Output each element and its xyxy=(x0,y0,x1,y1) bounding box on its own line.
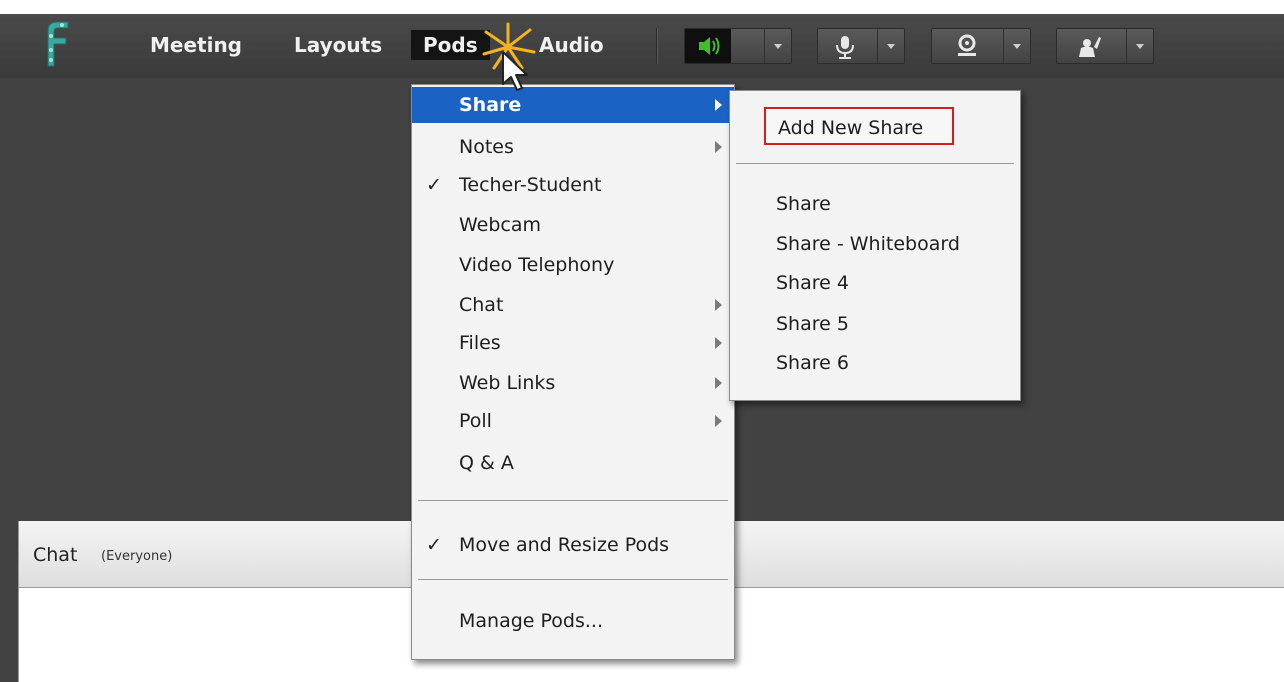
add-new-share-item[interactable]: Add New Share xyxy=(764,107,954,145)
raise-hand-button[interactable] xyxy=(1056,28,1154,64)
menu-item-label: Move and Resize Pods xyxy=(459,534,670,556)
menu-item-label: Video Telephony xyxy=(459,254,615,276)
toolbar-separator xyxy=(656,28,658,64)
pods-menu-item-poll[interactable]: Poll xyxy=(412,403,734,439)
speaker-icon xyxy=(685,29,731,63)
checkmark-icon: ✓ xyxy=(426,174,442,196)
top-toolbar: Meeting Layouts Pods Audio xyxy=(0,14,1284,79)
share-submenu-item-share[interactable]: Share xyxy=(776,193,831,215)
submenu-divider xyxy=(736,163,1014,164)
pods-menu-item-move-resize[interactable]: ✓ Move and Resize Pods xyxy=(412,527,734,563)
menu-item-label: Webcam xyxy=(459,214,542,236)
pods-menu-item-web-links[interactable]: Web Links xyxy=(412,365,734,401)
stage-left-edge xyxy=(0,521,18,682)
microphone-dropdown-arrow[interactable] xyxy=(877,29,904,63)
menu-item-label: Chat xyxy=(459,294,504,316)
menu-meeting[interactable]: Meeting xyxy=(138,30,254,60)
webcam-dropdown-arrow[interactable] xyxy=(1003,29,1030,63)
raise-hand-dropdown-arrow[interactable] xyxy=(1126,29,1153,63)
mouse-cursor-icon xyxy=(502,51,528,91)
share-submenu-item-share-4[interactable]: Share 4 xyxy=(776,272,849,294)
webcam-button[interactable] xyxy=(931,28,1031,64)
menu-divider xyxy=(418,579,728,580)
pods-menu-item-notes[interactable]: Notes xyxy=(412,129,734,165)
pods-menu-item-q-and-a[interactable]: Q & A xyxy=(412,445,734,481)
submenu-arrow-icon xyxy=(715,337,722,349)
pods-menu-item-webcam[interactable]: Webcam xyxy=(412,207,734,243)
share-submenu-item-share-6[interactable]: Share 6 xyxy=(776,352,849,374)
webcam-icon xyxy=(958,34,976,56)
pods-menu: Share Notes ✓ Techer-Student Webcam Vide… xyxy=(411,84,735,660)
menu-item-label: Techer-Student xyxy=(459,174,602,196)
submenu-arrow-icon xyxy=(715,99,722,111)
microphone-icon xyxy=(836,36,854,59)
menu-item-label: Q & A xyxy=(459,452,514,474)
checkmark-icon: ✓ xyxy=(426,534,442,556)
chat-pod-title: Chat xyxy=(33,544,78,566)
share-submenu-item-whiteboard[interactable]: Share - Whiteboard xyxy=(776,233,960,255)
menu-item-label: Files xyxy=(459,332,501,354)
menu-audio[interactable]: Audio xyxy=(527,30,616,60)
share-submenu: Add New Share Share Share - Whiteboard S… xyxy=(729,90,1021,401)
adobe-connect-logo-icon[interactable] xyxy=(38,18,74,70)
chat-pod-audience: (Everyone) xyxy=(101,549,173,564)
raise-hand-icon xyxy=(1079,37,1101,57)
speaker-button[interactable] xyxy=(684,28,792,64)
pods-menu-item-share[interactable]: Share xyxy=(412,87,734,123)
pods-menu-item-files[interactable]: Files xyxy=(412,325,734,361)
submenu-arrow-icon xyxy=(715,415,722,427)
menu-item-label: Web Links xyxy=(459,372,556,394)
pods-menu-item-techer-student[interactable]: ✓ Techer-Student xyxy=(412,167,734,203)
menu-item-label: Manage Pods... xyxy=(459,610,603,632)
microphone-button[interactable] xyxy=(817,28,905,64)
submenu-arrow-icon xyxy=(715,299,722,311)
submenu-arrow-icon xyxy=(715,377,722,389)
menu-item-label: Notes xyxy=(459,136,514,158)
menu-item-label: Poll xyxy=(459,410,492,432)
submenu-arrow-icon xyxy=(715,141,722,153)
menu-layouts[interactable]: Layouts xyxy=(282,30,394,60)
pods-menu-item-video-telephony[interactable]: Video Telephony xyxy=(412,247,734,283)
speaker-dropdown-arrow[interactable] xyxy=(764,29,791,63)
share-submenu-item-share-5[interactable]: Share 5 xyxy=(776,313,849,335)
pods-menu-item-chat[interactable]: Chat xyxy=(412,287,734,323)
menu-divider xyxy=(418,500,728,501)
pods-menu-item-manage-pods[interactable]: Manage Pods... xyxy=(412,603,734,639)
